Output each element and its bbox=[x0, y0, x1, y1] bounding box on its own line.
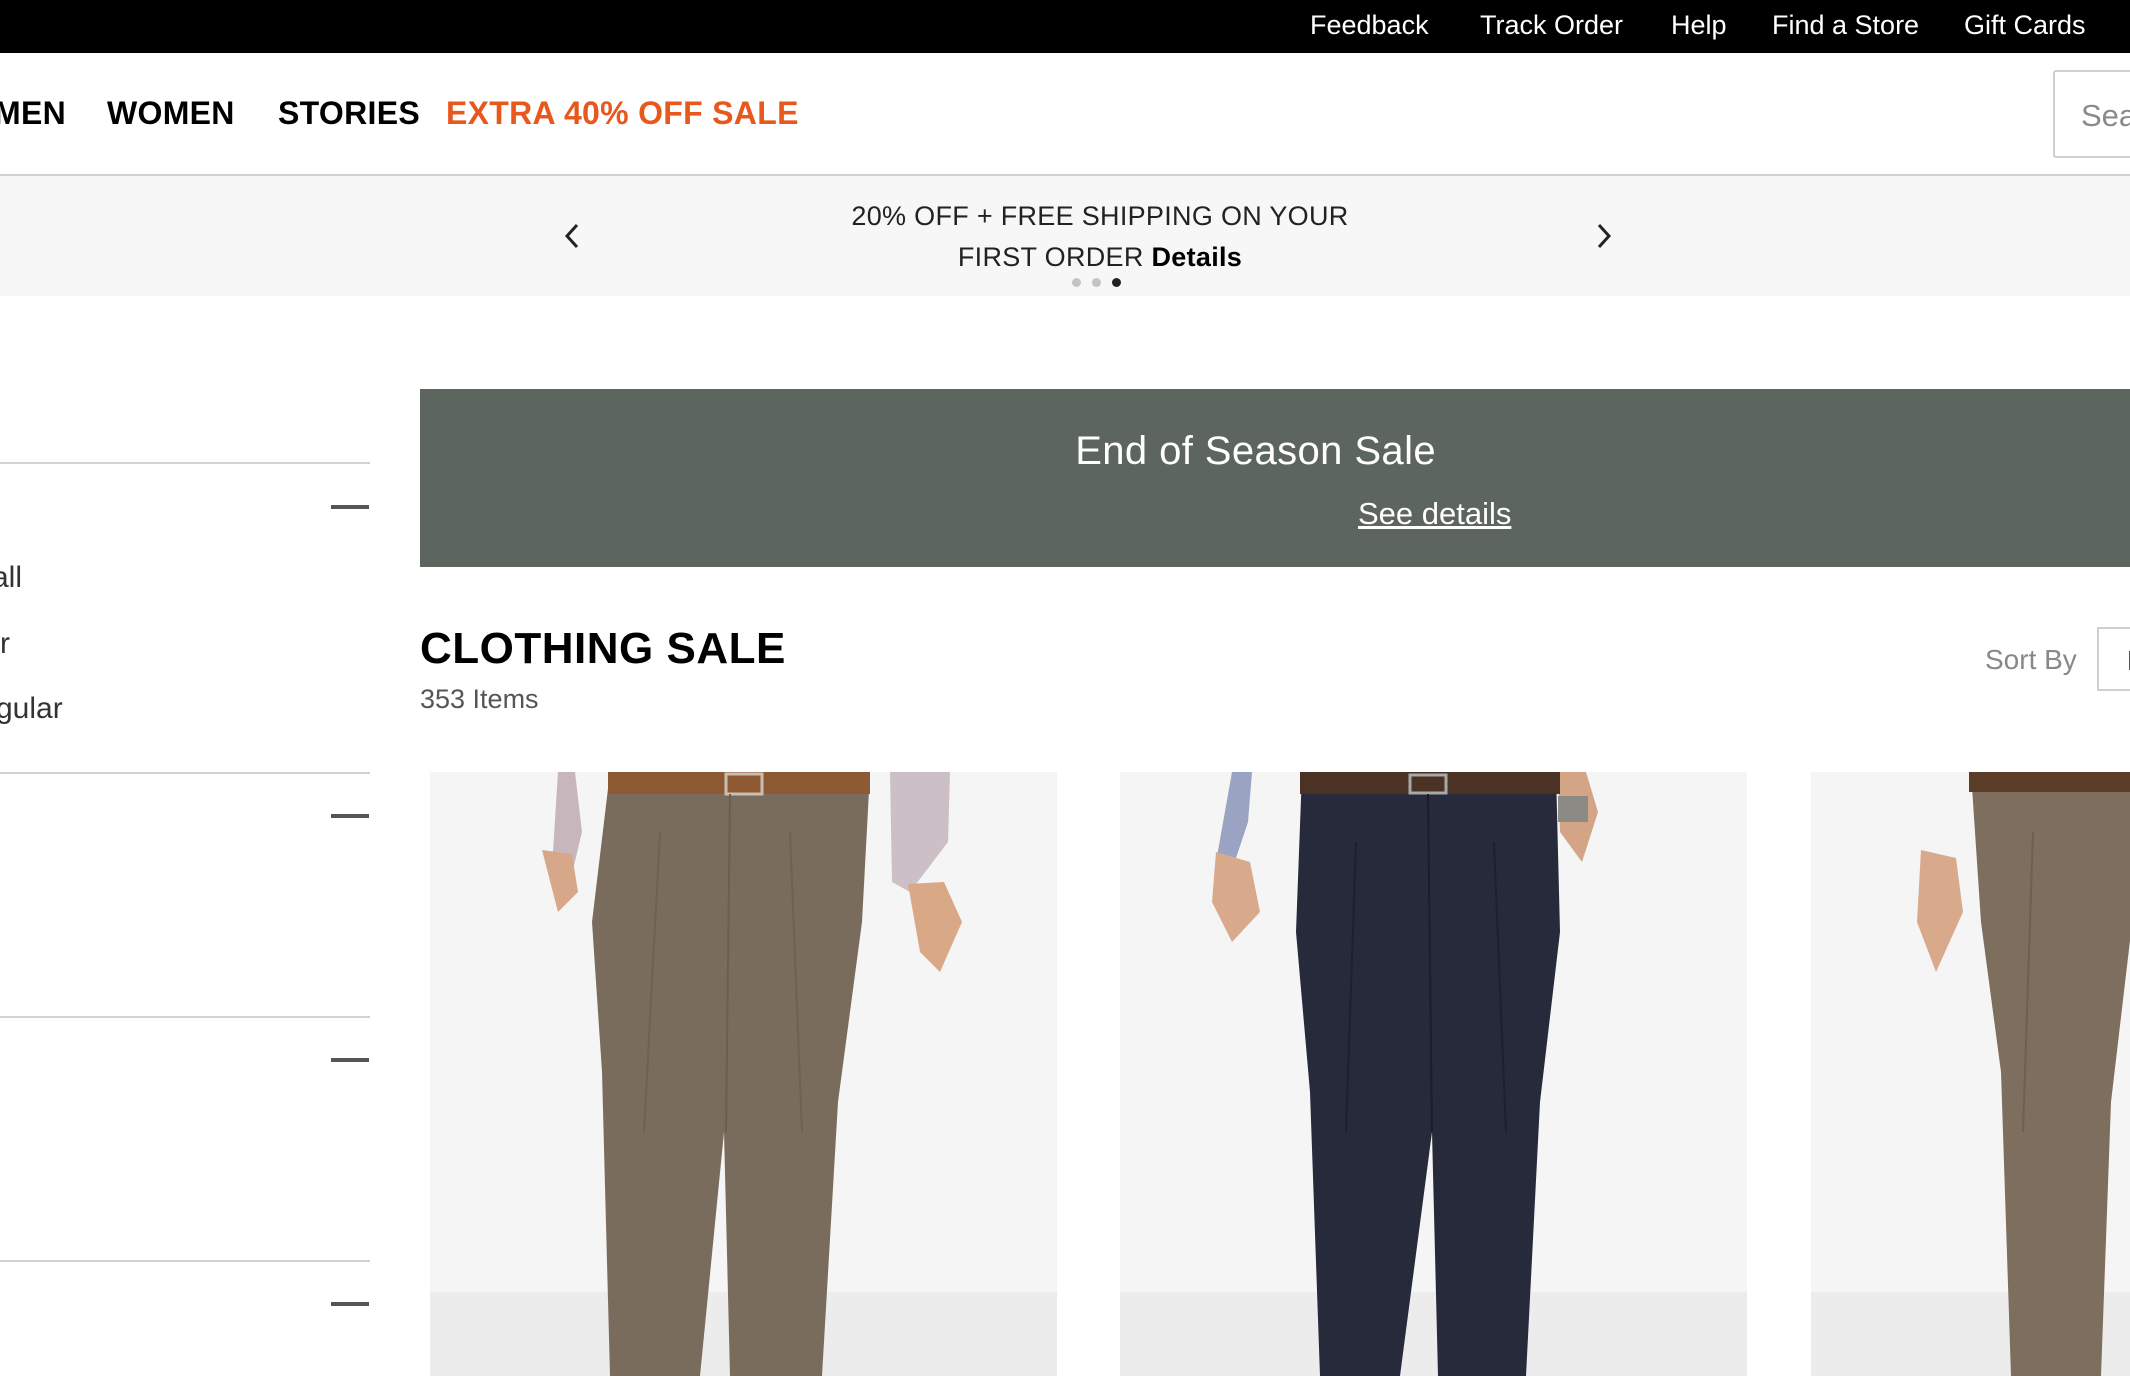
filter-divider bbox=[0, 1260, 370, 1262]
filter-divider bbox=[0, 462, 370, 464]
feedback-link[interactable]: Feedback bbox=[1310, 0, 1429, 53]
carousel-dot[interactable] bbox=[1072, 278, 1081, 287]
find-a-store-link[interactable]: Find a Store bbox=[1772, 0, 1919, 53]
track-order-link[interactable]: Track Order bbox=[1480, 0, 1623, 53]
collapse-minus-icon[interactable] bbox=[331, 814, 369, 818]
carousel-dot-active[interactable] bbox=[1112, 278, 1121, 287]
gift-cards-link[interactable]: Gift Cards bbox=[1964, 0, 2086, 53]
chevron-left-icon[interactable] bbox=[554, 218, 590, 254]
filter-divider bbox=[0, 772, 370, 774]
promo-line-2-wrap: FIRST ORDER Details bbox=[800, 237, 1400, 278]
nav-item-women[interactable]: WOMEN bbox=[107, 95, 235, 132]
khaki-pants-image bbox=[1811, 772, 2130, 1376]
see-details-link[interactable]: See details bbox=[1358, 496, 1511, 532]
nav-item-men[interactable]: MEN bbox=[0, 95, 66, 132]
sort-label: Sort By bbox=[1985, 644, 2077, 675]
page-title: CLOTHING SALE bbox=[420, 624, 786, 673]
page: Feedback Track Order Help Find a Store G… bbox=[0, 0, 2130, 1376]
product-tile[interactable] bbox=[430, 772, 1057, 1376]
search-placeholder: Sea bbox=[2081, 98, 2130, 133]
navy-pants-image bbox=[1120, 772, 1747, 1376]
search-input[interactable]: Sea bbox=[2053, 70, 2130, 158]
filter-option[interactable]: all bbox=[0, 561, 22, 595]
utility-bar: Feedback Track Order Help Find a Store G… bbox=[0, 0, 2130, 53]
nav-item-stories[interactable]: STORIES bbox=[278, 95, 420, 132]
carousel-dot[interactable] bbox=[1092, 278, 1101, 287]
product-tile[interactable] bbox=[1120, 772, 1747, 1376]
promo-line-1: 20% OFF + FREE SHIPPING ON YOUR bbox=[851, 201, 1349, 231]
help-link[interactable]: Help bbox=[1671, 0, 1727, 53]
promo-details-link[interactable]: Details bbox=[1151, 242, 1242, 272]
nav-item-sale[interactable]: EXTRA 40% OFF SALE bbox=[446, 95, 799, 132]
khaki-pants-image bbox=[430, 772, 1057, 1376]
filter-option[interactable]: r bbox=[0, 627, 10, 661]
main-nav: MEN WOMEN STORIES EXTRA 40% OFF SALE Sea bbox=[0, 53, 2130, 176]
carousel-dots bbox=[1072, 278, 1121, 287]
sort-select[interactable]: F bbox=[2097, 627, 2130, 691]
filter-divider bbox=[0, 1016, 370, 1018]
item-count: 353 Items bbox=[420, 684, 539, 714]
promo-carousel: 20% OFF + FREE SHIPPING ON YOUR FIRST OR… bbox=[0, 176, 2130, 296]
collapse-minus-icon[interactable] bbox=[331, 1058, 369, 1062]
filter-option[interactable]: gular bbox=[0, 692, 63, 726]
chevron-right-icon[interactable] bbox=[1586, 218, 1622, 254]
promo-message: 20% OFF + FREE SHIPPING ON YOUR FIRST OR… bbox=[800, 196, 1400, 278]
collapse-minus-icon[interactable] bbox=[331, 1302, 369, 1306]
sale-banner-title: End of Season Sale bbox=[1075, 429, 1436, 473]
sale-banner: End of Season Sale See details bbox=[420, 389, 2130, 567]
product-tile[interactable] bbox=[1811, 772, 2130, 1376]
promo-line-2: FIRST ORDER bbox=[957, 242, 1144, 272]
collapse-minus-icon[interactable] bbox=[331, 505, 369, 509]
